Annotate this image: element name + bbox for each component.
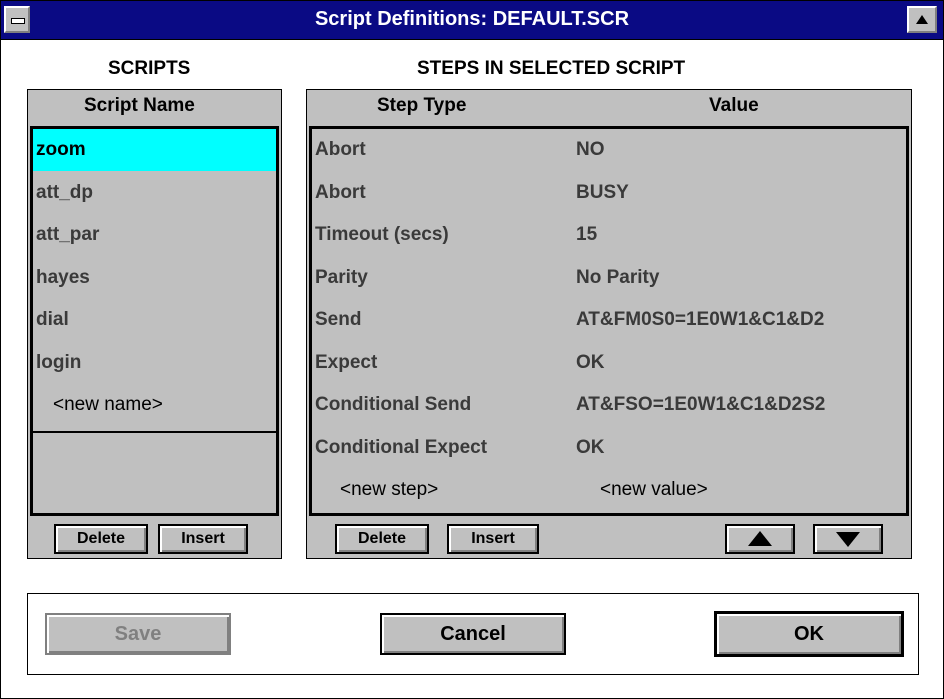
step-type-cell[interactable]: Conditional Send — [315, 384, 471, 426]
step-delete-button[interactable]: Delete — [335, 524, 429, 554]
new-script-name-item[interactable]: <new name> — [53, 384, 163, 426]
scripts-heading: SCRIPTS — [108, 58, 191, 79]
script-list-item[interactable]: zoom — [33, 129, 276, 171]
step-value-cell[interactable]: NO — [576, 129, 906, 171]
step-type-cell[interactable]: Abort — [315, 129, 366, 171]
script-list-item[interactable]: att_dp — [33, 172, 276, 214]
new-value-item[interactable]: <new value> — [600, 469, 708, 511]
down-arrow-icon — [836, 532, 860, 547]
script-insert-button[interactable]: Insert — [158, 524, 248, 554]
step-value-cell[interactable]: OK — [576, 342, 906, 384]
save-button[interactable]: Save — [45, 613, 231, 655]
script-delete-button[interactable]: Delete — [54, 524, 148, 554]
step-type-cell[interactable]: Abort — [315, 172, 366, 214]
step-insert-button[interactable]: Insert — [447, 524, 539, 554]
button-bar: Save Cancel OK — [27, 593, 919, 675]
cancel-button[interactable]: Cancel — [380, 613, 566, 655]
scripts-list[interactable]: zoom att_dp att_par hayes dial login <new name… — [30, 126, 279, 516]
step-type-column-header: Step Type — [377, 95, 467, 116]
title-bar[interactable]: Script Definitions: DEFAULT.SCR — [1, 1, 943, 40]
step-type-cell[interactable]: Timeout (secs) — [315, 214, 449, 256]
step-value-cell[interactable]: AT&FM0S0=1E0W1&C1&D2 — [576, 299, 906, 341]
value-column-header: Value — [709, 95, 759, 116]
script-definitions-window: Script Definitions: DEFAULT.SCR SCRIPTS … — [0, 0, 944, 699]
list-divider — [33, 431, 276, 433]
script-name-column-header: Script Name — [84, 95, 195, 116]
step-type-cell[interactable]: Expect — [315, 342, 377, 384]
step-type-cell[interactable]: Parity — [315, 257, 368, 299]
scripts-panel: Script Name zoom att_dp att_par hayes dial lo… — [27, 89, 282, 559]
move-step-up-button[interactable] — [725, 524, 795, 554]
steps-panel: Step Type Value Abort NO Abort BUSY Timeout … — [306, 89, 912, 559]
maximize-arrow-icon — [916, 15, 928, 24]
steps-heading: STEPS IN SELECTED SCRIPT — [417, 58, 686, 79]
step-value-cell[interactable]: AT&FSO=1E0W1&C1&D2S2 — [576, 384, 906, 426]
step-type-cell[interactable]: Conditional Expect — [315, 427, 487, 469]
script-list-item[interactable]: att_par — [33, 214, 276, 256]
script-list-item[interactable]: dial — [33, 299, 276, 341]
step-value-cell[interactable]: 15 — [576, 214, 906, 256]
script-list-item[interactable]: login — [33, 342, 276, 384]
new-step-item[interactable]: <new step> — [340, 469, 438, 511]
window-title: Script Definitions: DEFAULT.SCR — [314, 8, 630, 30]
maximize-button[interactable] — [907, 6, 937, 33]
step-value-cell[interactable]: No Parity — [576, 257, 906, 299]
script-list-item[interactable]: hayes — [33, 257, 276, 299]
steps-list[interactable]: Abort NO Abort BUSY Timeout (secs) 15 Parity No… — [309, 126, 909, 516]
ok-button[interactable]: OK — [714, 611, 904, 657]
step-value-cell[interactable]: BUSY — [576, 172, 906, 214]
step-value-cell[interactable]: OK — [576, 427, 906, 469]
up-arrow-icon — [748, 531, 772, 546]
step-type-cell[interactable]: Send — [315, 299, 361, 341]
move-step-down-button[interactable] — [813, 524, 883, 554]
